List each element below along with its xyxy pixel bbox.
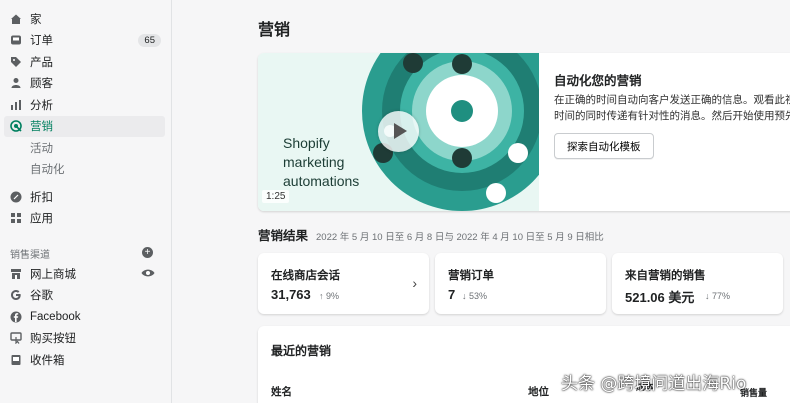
sidebar-item-label: 网上商城: [30, 268, 76, 281]
metric-label: 在线商店会话: [271, 270, 340, 282]
bar-chart-icon: [10, 99, 22, 111]
tag-icon: [10, 56, 22, 68]
sidebar-item-analytics[interactable]: 分析: [0, 94, 171, 116]
hero-description: 在正确的时间自动向客户发送正确的信息。观看此视 时间的同时传递有针对性的消息。然…: [554, 92, 790, 124]
sidebar-item-label: 订单: [30, 35, 53, 48]
eye-icon[interactable]: [141, 268, 155, 278]
sidebar-item-inbox[interactable]: 收件箱: [0, 349, 171, 371]
sidebar-item-products[interactable]: 产品: [0, 51, 171, 73]
sidebar-item-label: 营销: [30, 121, 53, 134]
add-channel-icon[interactable]: +: [142, 247, 153, 258]
metric-delta: ↓ 53%: [462, 291, 488, 301]
buy-button-icon: [10, 332, 22, 345]
sidebar-item-marketing[interactable]: 营销: [4, 115, 165, 137]
store-icon: [10, 268, 22, 280]
sidebar-item-apps[interactable]: 应用: [0, 208, 171, 230]
sidebar-item-label: 分析: [30, 99, 53, 112]
metric-delta: ↑ 9%: [319, 291, 340, 301]
orders-icon: [10, 34, 22, 46]
results-date-range: 2022 年 5 月 10 日至 6 月 8 日与 2022 年 4 月 10 …: [316, 232, 604, 243]
automations-hero-card: Shopify marketing automations 1:25 自动化您的…: [258, 53, 790, 211]
thumbnail-caption-line: automations: [283, 173, 360, 189]
sidebar-item-label: 购买按钮: [30, 333, 76, 346]
metric-card-sessions[interactable]: 在线商店会话 31,763 ↑ 9% ›: [258, 253, 429, 314]
sales-channels-heading: 销售渠道 +: [0, 243, 171, 263]
metric-value: 7: [448, 287, 456, 302]
sidebar-item-discounts[interactable]: 折扣: [0, 186, 171, 208]
page-title: 营销: [258, 22, 291, 39]
sidebar-item-automations[interactable]: 自动化: [0, 159, 171, 181]
video-thumbnail[interactable]: Shopify marketing automations 1:25: [258, 53, 539, 211]
target-icon: [10, 120, 22, 133]
sidebar-item-label: 应用: [30, 213, 53, 226]
sidebar: 家 订单 65 产品 顾客 分析 营销 活动 自动化 折扣 应用 销售渠道 +: [0, 0, 172, 403]
play-icon[interactable]: [378, 111, 419, 152]
main-content: 营销 Shopify marketing automations 1:25 自动…: [173, 0, 790, 403]
sidebar-item-online-store[interactable]: 网上商城: [0, 263, 171, 285]
thumbnail-caption-line: marketing: [283, 154, 345, 170]
sidebar-item-orders[interactable]: 订单 65: [0, 30, 171, 52]
recent-title: 最近的营销: [271, 344, 332, 358]
sidebar-item-label: 收件箱: [30, 354, 65, 367]
metric-label: 营销订单: [448, 270, 494, 282]
inbox-icon: [10, 354, 22, 366]
metric-value: 521.06 美元: [625, 290, 695, 305]
results-header: 营销结果 2022 年 5 月 10 日至 6 月 8 日与 2022 年 4 …: [258, 225, 604, 244]
metric-card-orders[interactable]: 营销订单 7 ↓ 53%: [435, 253, 606, 314]
sidebar-item-label: 谷歌: [30, 290, 53, 303]
discount-icon: [10, 191, 22, 203]
sidebar-item-label: 顾客: [30, 78, 53, 91]
sidebar-item-facebook[interactable]: Facebook: [0, 306, 171, 328]
sidebar-item-buy-button[interactable]: 购买按钮: [0, 328, 171, 350]
sidebar-item-google[interactable]: 谷歌: [0, 285, 171, 307]
sidebar-item-home[interactable]: 家: [0, 8, 171, 30]
person-icon: [10, 77, 22, 89]
watermark-text: 头条 @跨境问道出海Rio: [561, 374, 747, 394]
sidebar-item-label: 产品: [30, 56, 53, 69]
sidebar-item-label: 折扣: [30, 191, 53, 204]
hero-title: 自动化您的营销: [554, 74, 642, 88]
column-header-name[interactable]: 姓名: [271, 384, 292, 399]
column-header-status[interactable]: 地位: [528, 384, 549, 399]
apps-icon: [10, 212, 22, 224]
video-duration: 1:25: [262, 190, 290, 203]
orders-count-badge: 65: [138, 33, 161, 47]
facebook-icon: [10, 311, 22, 323]
metric-value: 31,763: [271, 287, 311, 302]
thumbnail-caption-line: Shopify: [283, 135, 330, 151]
metric-label: 来自营销的销售: [625, 270, 706, 282]
sidebar-item-customers[interactable]: 顾客: [0, 73, 171, 95]
results-title: 营销结果: [258, 229, 309, 243]
metric-delta: ↓ 77%: [705, 291, 731, 301]
hero-description-line: 时间的同时传递有针对性的消息。然后开始使用预先: [554, 110, 790, 122]
home-icon: [10, 13, 22, 25]
hero-description-line: 在正确的时间自动向客户发送正确的信息。观看此视: [554, 94, 790, 106]
metric-card-sales[interactable]: 来自营销的销售 521.06 美元 ↓ 77%: [612, 253, 783, 314]
sidebar-subitem-label: 自动化: [30, 164, 65, 177]
explore-templates-button[interactable]: 探索自动化模板: [554, 133, 654, 159]
chevron-right-icon[interactable]: ›: [412, 275, 417, 291]
sidebar-item-campaigns[interactable]: 活动: [0, 137, 171, 159]
sidebar-item-label: 家: [30, 13, 42, 26]
google-icon: [10, 289, 22, 301]
sidebar-subitem-label: 活动: [30, 142, 53, 155]
sidebar-item-label: Facebook: [30, 310, 81, 323]
